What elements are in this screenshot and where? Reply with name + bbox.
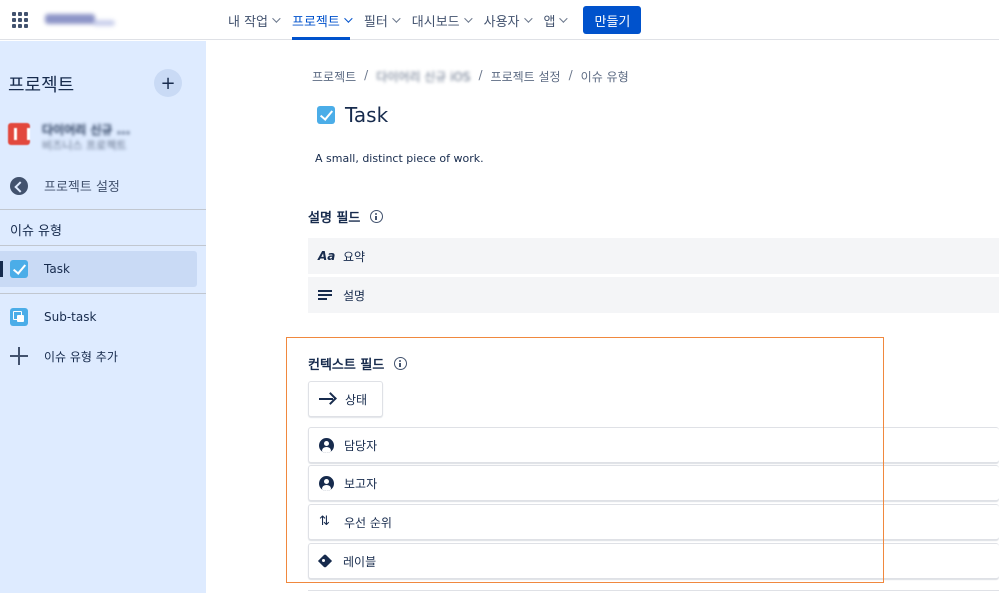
chevron-down-icon bbox=[559, 14, 569, 23]
divider bbox=[0, 209, 206, 210]
field-row-summary[interactable]: Aa 요약 bbox=[308, 238, 999, 274]
add-project-button[interactable]: + bbox=[154, 69, 182, 97]
nav-menu: 내 작업 프로젝트 필터 대시보드 사용자 앱 만들기 bbox=[228, 0, 642, 40]
subtask-icon bbox=[10, 308, 28, 326]
plus-icon bbox=[10, 347, 28, 365]
section-heading: 설명 필드 bbox=[308, 211, 361, 226]
sidebar-item-label: Task bbox=[44, 262, 70, 276]
breadcrumb-item[interactable]: 이슈 유형 bbox=[581, 68, 629, 85]
sidebar: 프로젝트 + 다이어리 신규 ... 비즈니스 프로젝트 프로젝트 설정 이슈 … bbox=[0, 41, 206, 593]
site-logo[interactable] bbox=[45, 12, 117, 30]
breadcrumb-item[interactable]: 프로젝트 설정 bbox=[491, 68, 561, 85]
page-title[interactable]: Task bbox=[345, 103, 388, 127]
breadcrumb-item[interactable]: 다이어리 신규 iOS bbox=[376, 68, 470, 85]
divider bbox=[0, 245, 206, 246]
field-label: 요약 bbox=[343, 249, 366, 264]
sidebar-item-add-issue-type[interactable]: 이슈 유형 추가 bbox=[0, 338, 197, 374]
chevron-down-icon bbox=[272, 14, 281, 23]
issue-type-description[interactable]: A small, distinct piece of work. bbox=[315, 152, 484, 165]
highlight-box bbox=[286, 337, 884, 583]
top-navigation: 내 작업 프로젝트 필터 대시보드 사용자 앱 만들기 bbox=[0, 0, 999, 40]
plus-icon: + bbox=[160, 72, 176, 94]
description-fields-heading: 설명 필드 bbox=[308, 207, 384, 226]
sidebar-item-task[interactable]: Task bbox=[0, 251, 197, 287]
sidebar-title: 프로젝트 bbox=[8, 75, 75, 96]
nav-item-apps[interactable]: 앱 bbox=[543, 0, 569, 40]
app-switcher-icon[interactable] bbox=[12, 12, 28, 28]
checkbox-task-icon bbox=[10, 260, 28, 278]
field-label: 설명 bbox=[343, 288, 366, 303]
breadcrumb-item[interactable]: 프로젝트 bbox=[312, 68, 356, 85]
back-to-project-settings[interactable]: 프로젝트 설정 bbox=[10, 176, 120, 195]
back-label: 프로젝트 설정 bbox=[44, 180, 120, 195]
page-header: Task bbox=[317, 103, 388, 127]
nav-item-filters[interactable]: 필터 bbox=[363, 0, 401, 40]
nav-item-label: 사용자 bbox=[483, 14, 520, 30]
sidebar-section-label: 이슈 유형 bbox=[10, 224, 62, 239]
lines-icon bbox=[318, 290, 332, 300]
breadcrumb: 프로젝트 / 다이어리 신규 iOS / 프로젝트 설정 / 이슈 유형 bbox=[312, 68, 629, 85]
nav-item-people[interactable]: 사용자 bbox=[483, 0, 533, 40]
nav-item-label: 앱 bbox=[543, 14, 556, 30]
chevron-down-icon bbox=[391, 14, 401, 23]
project-avatar bbox=[8, 123, 30, 145]
chevron-down-icon bbox=[463, 14, 473, 23]
chevron-down-icon bbox=[344, 14, 353, 23]
field-row-description[interactable]: 설명 bbox=[308, 277, 999, 313]
arrow-left-circle-icon bbox=[10, 176, 28, 195]
project-name: 다이어리 신규 ... bbox=[42, 123, 131, 137]
nav-item-dashboards[interactable]: 대시보드 bbox=[411, 0, 473, 40]
nav-item-label: 필터 bbox=[363, 14, 388, 30]
chevron-down-icon bbox=[523, 14, 533, 23]
sidebar-item-label: 이슈 유형 추가 bbox=[44, 349, 118, 364]
nav-item-label: 대시보드 bbox=[411, 14, 460, 30]
info-icon[interactable] bbox=[370, 210, 384, 223]
create-button[interactable]: 만들기 bbox=[583, 6, 642, 34]
project-type: 비즈니스 프로젝트 bbox=[42, 139, 127, 152]
nav-item-projects[interactable]: 프로젝트 bbox=[292, 0, 353, 40]
nav-item-label: 프로젝트 bbox=[292, 14, 340, 30]
text-aa-icon: Aa bbox=[318, 249, 336, 263]
divider bbox=[0, 293, 206, 294]
sidebar-item-subtask[interactable]: Sub-task bbox=[0, 299, 197, 335]
sidebar-item-label: Sub-task bbox=[44, 310, 97, 324]
nav-item-label: 내 작업 bbox=[228, 14, 269, 30]
checkbox-task-icon[interactable] bbox=[317, 106, 335, 124]
nav-item-my-work[interactable]: 내 작업 bbox=[228, 0, 281, 40]
project-header[interactable]: 다이어리 신규 ... 비즈니스 프로젝트 bbox=[8, 119, 198, 155]
